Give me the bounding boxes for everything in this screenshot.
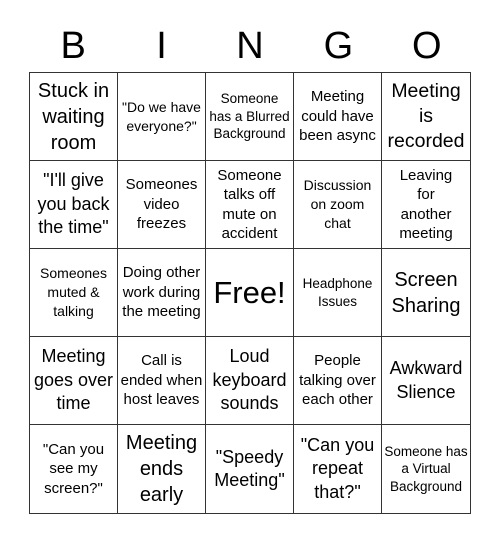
- bingo-cell[interactable]: Leaving for another meeting: [382, 161, 470, 249]
- bingo-header: B I N G O: [29, 20, 471, 72]
- bingo-cell[interactable]: "I'll give you back the time": [30, 161, 118, 249]
- bingo-cell[interactable]: Someone has a Blurred Background: [206, 73, 294, 161]
- bingo-cell[interactable]: Someones muted & talking: [30, 249, 118, 337]
- bingo-cell[interactable]: People talking over each other: [294, 337, 382, 425]
- bingo-grid: Stuck in waiting room "Do we have everyo…: [29, 72, 471, 514]
- bingo-cell[interactable]: Stuck in waiting room: [30, 73, 118, 161]
- bingo-cell[interactable]: Meeting is recorded: [382, 73, 470, 161]
- bingo-cell[interactable]: Meeting could have been async: [294, 73, 382, 161]
- header-letter-b: B: [60, 25, 86, 67]
- bingo-cell[interactable]: "Can you repeat that?": [294, 425, 382, 513]
- bingo-cell[interactable]: "Speedy Meeting": [206, 425, 294, 513]
- bingo-cell[interactable]: Doing other work during the meeting: [118, 249, 206, 337]
- bingo-cell[interactable]: Someone talks off mute on accident: [206, 161, 294, 249]
- bingo-cell[interactable]: Call is ended when host leaves: [118, 337, 206, 425]
- bingo-cell[interactable]: Meeting ends early: [118, 425, 206, 513]
- bingo-cell[interactable]: Awkward Slience: [382, 337, 470, 425]
- header-letter-n: N: [236, 25, 264, 67]
- bingo-cell[interactable]: Screen Sharing: [382, 249, 470, 337]
- bingo-cell[interactable]: Someone has a Virtual Background: [382, 425, 470, 513]
- header-letter-g: G: [323, 25, 354, 67]
- free-space[interactable]: Free!: [206, 249, 294, 337]
- bingo-cell[interactable]: Meeting goes over time: [30, 337, 118, 425]
- bingo-cell[interactable]: Discussion on zoom chat: [294, 161, 382, 249]
- bingo-cell[interactable]: "Can you see my screen?": [30, 425, 118, 513]
- header-letter-i: I: [156, 25, 167, 67]
- bingo-cell[interactable]: "Do we have everyone?": [118, 73, 206, 161]
- header-letter-o: O: [411, 25, 442, 67]
- bingo-cell[interactable]: Loud keyboard sounds: [206, 337, 294, 425]
- bingo-cell[interactable]: Someones video freezes: [118, 161, 206, 249]
- bingo-cell[interactable]: Headphone Issues: [294, 249, 382, 337]
